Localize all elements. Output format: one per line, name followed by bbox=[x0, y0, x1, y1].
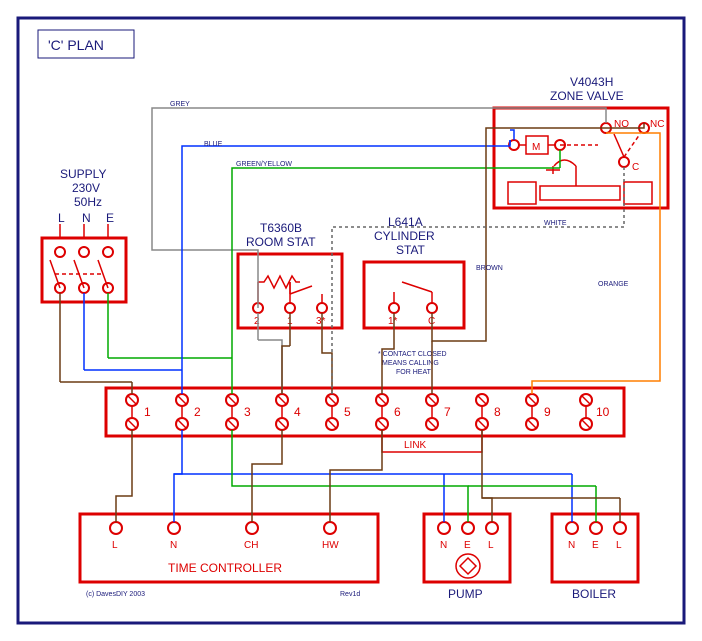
svg-text:7: 7 bbox=[444, 405, 451, 419]
tc-hw: HW bbox=[322, 540, 339, 551]
boiler-n: N bbox=[568, 540, 575, 551]
copyright: (c) DavesDIY 2003 bbox=[86, 591, 145, 598]
supply-voltage: 230V bbox=[72, 181, 100, 195]
supply-l: L bbox=[58, 211, 65, 225]
wire-orange-label: ORANGE bbox=[598, 281, 629, 288]
cyl-note3: FOR HEAT bbox=[396, 369, 432, 376]
pump-n: N bbox=[440, 540, 447, 551]
wire-blue-label: BLUE bbox=[204, 141, 223, 148]
svg-text:10: 10 bbox=[596, 405, 610, 419]
cyl-stat-label2: STAT bbox=[396, 243, 426, 257]
supply-label: SUPPLY bbox=[60, 167, 106, 181]
wire-brown-label: BROWN bbox=[476, 265, 503, 272]
pump-e: E bbox=[464, 540, 471, 551]
cyl-note2: MEANS CALLING bbox=[382, 360, 439, 367]
pump-l: L bbox=[488, 540, 494, 551]
cyl-stat-t1: 1* bbox=[388, 316, 398, 327]
zone-valve-nc: NC bbox=[650, 119, 664, 130]
pump-label: PUMP bbox=[448, 587, 483, 601]
diagram-title: 'C' PLAN bbox=[48, 37, 104, 53]
room-stat-label: ROOM STAT bbox=[246, 235, 316, 249]
cyl-stat-label1: CYLINDER bbox=[374, 229, 435, 243]
cyl-note1: * CONTACT CLOSED bbox=[378, 351, 447, 358]
supply-n: N bbox=[82, 211, 91, 225]
boiler-l: L bbox=[616, 540, 622, 551]
wire-green-label: GREEN/YELLOW bbox=[236, 161, 292, 168]
boiler-label: BOILER bbox=[572, 587, 616, 601]
svg-text:LINK: LINK bbox=[404, 440, 427, 451]
room-stat-t3: 3* bbox=[316, 316, 326, 327]
wiring-diagram: 'C' PLAN SUPPLY 230V 50Hz L N E V4043H Z… bbox=[0, 0, 702, 641]
tc-n: N bbox=[170, 540, 177, 551]
wire-grey-label: GREY bbox=[170, 101, 190, 108]
svg-text:1: 1 bbox=[144, 405, 151, 419]
supply-e: E bbox=[106, 211, 114, 225]
wire-white-label: WHITE bbox=[544, 220, 567, 227]
svg-text:8: 8 bbox=[494, 405, 501, 419]
zone-valve-c: C bbox=[632, 162, 639, 173]
room-stat-t1: 2 bbox=[254, 316, 260, 327]
tc-l: L bbox=[112, 540, 118, 551]
svg-text:9: 9 bbox=[544, 405, 551, 419]
time-controller-label: TIME CONTROLLER bbox=[168, 561, 282, 575]
svg-text:3: 3 bbox=[244, 405, 251, 419]
svg-text:6: 6 bbox=[394, 405, 401, 419]
room-stat-model: T6360B bbox=[260, 221, 302, 235]
terminal-strip: 1 2 3 4 5 6 bbox=[126, 394, 610, 430]
zone-valve-motor: M bbox=[532, 142, 540, 153]
svg-text:4: 4 bbox=[294, 405, 301, 419]
zone-valve-model: V4043H bbox=[570, 75, 613, 89]
boiler-e: E bbox=[592, 540, 599, 551]
zone-valve-label: ZONE VALVE bbox=[550, 89, 624, 103]
revision: Rev1d bbox=[340, 591, 360, 598]
svg-text:2: 2 bbox=[194, 405, 201, 419]
supply-freq: 50Hz bbox=[74, 195, 102, 209]
svg-text:5: 5 bbox=[344, 405, 351, 419]
tc-ch: CH bbox=[244, 540, 258, 551]
